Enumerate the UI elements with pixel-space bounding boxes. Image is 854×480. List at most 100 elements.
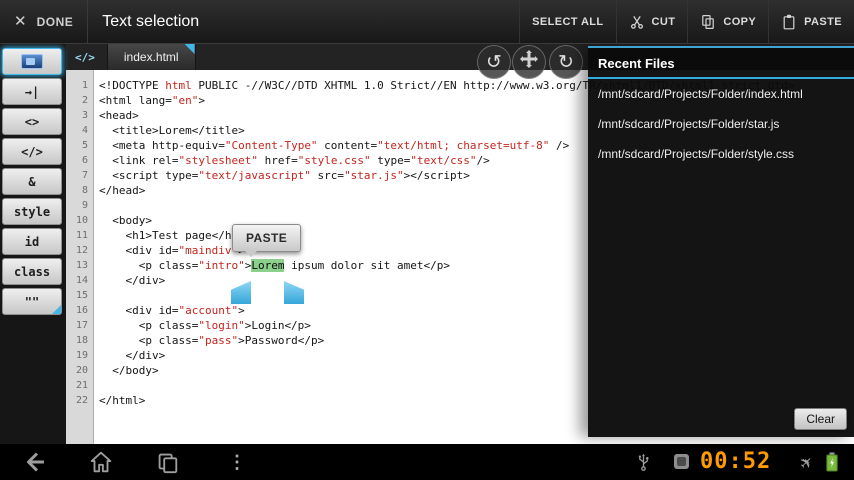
tab-label: index.html	[123, 50, 179, 64]
copy-button[interactable]: COPY	[687, 0, 768, 43]
move-icon	[520, 50, 538, 74]
line-number: 13	[75, 260, 88, 271]
line-number: 15	[75, 290, 88, 301]
done-label: DONE	[36, 14, 74, 29]
line-number: 8	[81, 185, 88, 196]
code-segment: <p class=	[99, 259, 199, 272]
code-segment: "style.css"	[297, 154, 371, 167]
code-icon: </>	[75, 50, 95, 64]
code-segment: />	[476, 154, 490, 167]
code-segment: <h1>Test page</h1>	[99, 229, 245, 242]
recent-file-item[interactable]: /mnt/sdcard/Projects/Folder/index.html	[588, 79, 854, 109]
menu-dots-icon: ⋮	[228, 451, 246, 472]
code-text: <h1>Test page</h1>	[95, 228, 245, 243]
code-text: </div>	[95, 348, 165, 363]
clear-button[interactable]: Clear	[794, 408, 847, 430]
line-number: 11	[75, 230, 88, 241]
home-button[interactable]	[86, 447, 116, 477]
sidebar-button-style[interactable]: style	[2, 198, 62, 225]
code-segment: "star.js"	[344, 169, 404, 182]
line-number: 12	[75, 245, 88, 256]
code-text: <p class="login">Login</p>	[95, 318, 311, 333]
code-segment: content=	[317, 139, 378, 152]
line-number: 21	[75, 380, 88, 391]
sidebar-button-quotes[interactable]: ""	[2, 288, 62, 315]
line-number: 16	[75, 305, 88, 316]
paste-popup-button[interactable]: PASTE	[232, 224, 302, 257]
recent-file-item[interactable]: /mnt/sdcard/Projects/Folder/star.js	[588, 109, 854, 139]
code-segment: ipsum dolor sit amet</p>	[284, 259, 451, 272]
code-segment: <p class=	[99, 319, 199, 332]
recent-file-item[interactable]: /mnt/sdcard/Projects/Folder/style.css	[588, 139, 854, 169]
clock: 00:52	[700, 449, 772, 474]
line-number: 9	[81, 200, 88, 211]
back-button[interactable]	[20, 447, 50, 477]
redo-icon: ↻	[558, 51, 574, 73]
code-segment: "intro"	[198, 259, 245, 272]
recent-files-list: /mnt/sdcard/Projects/Folder/index.html/m…	[588, 79, 854, 169]
code-segment: "en"	[171, 94, 199, 107]
code-text: <link rel="stylesheet" href="style.css" …	[95, 153, 490, 168]
select-all-button[interactable]: SELECT ALL	[519, 0, 615, 43]
code-segment: ></script>	[403, 169, 470, 182]
line-number: 20	[75, 365, 88, 376]
sidebar-button-id[interactable]: id	[2, 228, 62, 255]
cut-icon	[629, 14, 645, 30]
airplane-mode-icon: ✈	[796, 452, 818, 475]
redo-button[interactable]: ↻	[549, 45, 583, 79]
code-segment: </div>	[99, 349, 166, 362]
sidebar-button-ampersand[interactable]: &	[2, 168, 62, 195]
code-text: </div>	[95, 273, 165, 288]
sidebar-button-angle-brackets[interactable]: <>	[2, 108, 62, 135]
code-text: <p class="pass">Password</p>	[95, 333, 324, 348]
code-segment: type=	[370, 154, 411, 167]
action-bar-actions: SELECT ALL CUT COPY PASTE	[519, 0, 854, 43]
code-segment: "text/css"	[410, 154, 477, 167]
code-segment: </body>	[99, 364, 159, 377]
text-editor-app: ✕ DONE Text selection SELECT ALL CUT COP…	[0, 0, 854, 480]
line-number: 4	[81, 125, 88, 136]
code-segment: <title>Lorem</title>	[99, 124, 245, 137]
close-icon: ✕	[14, 13, 27, 30]
code-segment: <div id=	[99, 244, 179, 257]
line-number: 5	[81, 140, 88, 151]
page-title: Text selection	[102, 12, 200, 30]
paste-button[interactable]: PASTE	[768, 0, 854, 43]
recent-files-title: Recent Files	[598, 56, 675, 71]
code-segment: "text/javascript"	[198, 169, 311, 182]
sidebar-button-tab-key[interactable]: →|	[2, 78, 62, 105]
code-segment: <body>	[99, 214, 152, 227]
line-number: 7	[81, 170, 88, 181]
code-segment: html	[165, 79, 192, 92]
code-segment: "Content-Type"	[224, 139, 318, 152]
undo-button[interactable]: ↺	[477, 45, 511, 79]
code-segment: href=	[257, 154, 298, 167]
code-segment: src=	[310, 169, 345, 182]
cut-button[interactable]: CUT	[615, 0, 688, 43]
code-text: <p class="intro">Lorem ipsum dolor sit a…	[95, 258, 450, 273]
line-number: 2	[81, 95, 88, 106]
copy-icon	[700, 14, 716, 30]
sidebar-button-close-tag[interactable]: </>	[2, 138, 62, 165]
code-segment: </html>	[99, 394, 146, 407]
recent-apps-icon	[158, 453, 178, 474]
line-number: 14	[75, 275, 88, 286]
code-segment: "account"	[178, 304, 239, 317]
code-segment: "text/html; charset=utf-8"	[377, 139, 550, 152]
line-number: 22	[75, 395, 88, 406]
status-icon	[674, 454, 689, 469]
menu-button[interactable]: ⋮	[222, 447, 252, 477]
move-cursor-button[interactable]	[512, 45, 546, 79]
sidebar-button-class[interactable]: class	[2, 258, 62, 285]
done-button[interactable]: ✕ DONE	[0, 0, 89, 43]
code-segment: <head>	[99, 109, 139, 122]
home-icon	[90, 451, 112, 473]
code-text: <div id="maindiv">	[95, 243, 244, 258]
action-bar: ✕ DONE Text selection SELECT ALL CUT COP…	[0, 0, 854, 44]
code-text: <meta http-equiv="Content-Type" content=…	[95, 138, 569, 153]
tab-fold-corner-icon	[184, 44, 195, 54]
recent-apps-button[interactable]	[152, 447, 182, 477]
tab-index-html[interactable]: index.html	[106, 44, 196, 70]
sidebar-button-selection-tool[interactable]	[2, 48, 62, 75]
